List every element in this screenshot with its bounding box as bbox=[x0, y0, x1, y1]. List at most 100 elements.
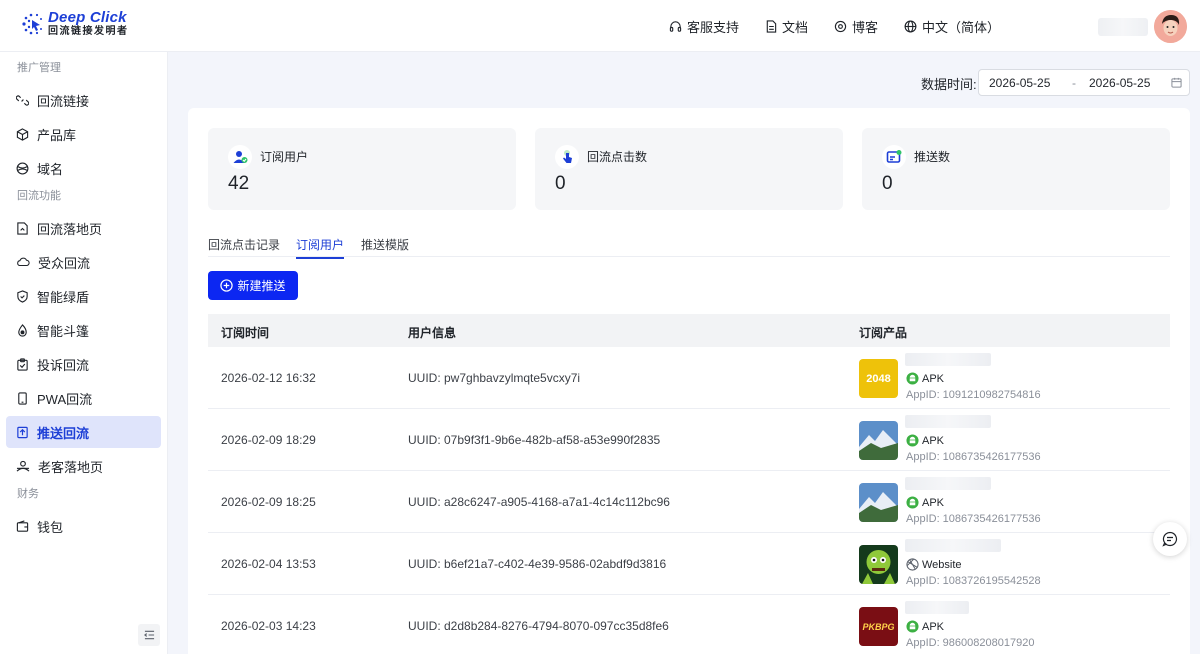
sidebar-item-audience[interactable]: 受众回流 bbox=[6, 246, 161, 278]
product-appid: AppID: 1086735426177536 bbox=[906, 513, 1041, 525]
sidebar-group-finance: 财务 bbox=[17, 488, 39, 500]
top-nav: 客服支持 文档 博客 中文（简体） bbox=[643, 0, 1000, 52]
avatar[interactable] bbox=[1154, 10, 1187, 43]
sidebar-item-returning-landing[interactable]: 老客落地页 bbox=[6, 450, 161, 482]
sidebar-group-return: 回流功能 bbox=[17, 190, 61, 202]
sidebar: 推广管理 回流链接 产品库 域名 回流功能 回流落地页 受众回流 智能绿盾 智能… bbox=[0, 52, 168, 654]
user-uuid: UUID: pw7ghbavzylmqte5vcxy7i bbox=[408, 371, 581, 385]
product-kind-label: APK bbox=[922, 434, 945, 447]
subscribe-time: 2026-02-09 18:29 bbox=[221, 433, 316, 447]
android-icon bbox=[906, 434, 919, 447]
product-name-blurred bbox=[905, 539, 1001, 552]
android-icon bbox=[906, 620, 919, 633]
stat-card-pushes: 推送数 0 bbox=[862, 128, 1170, 210]
product-name-blurred bbox=[905, 353, 991, 366]
tab-push-templates[interactable]: 推送模版 bbox=[361, 236, 409, 257]
column-header-time: 订阅时间 bbox=[221, 326, 270, 340]
sidebar-item-label: 智能绿盾 bbox=[37, 289, 90, 305]
table-header: 订阅时间 用户信息 订阅产品 bbox=[208, 314, 1170, 347]
deepclick-logo-icon bbox=[20, 11, 46, 37]
product-name-blurred bbox=[905, 601, 969, 614]
user-uuid: UUID: a28c6247-a905-4168-a7a1-4c14c112bc… bbox=[408, 495, 670, 509]
stat-label: 订阅用户 bbox=[260, 150, 309, 164]
nav-support[interactable]: 客服支持 bbox=[669, 17, 739, 36]
new-push-button[interactable]: 新建推送 bbox=[208, 271, 298, 300]
nav-language-label: 中文（简体） bbox=[921, 19, 1000, 35]
sidebar-item-label: 回流链接 bbox=[37, 93, 90, 109]
table-row: 2026-02-12 16:32 UUID: pw7ghbavzylmqte5v… bbox=[208, 347, 1170, 409]
product-name-blurred bbox=[905, 415, 991, 428]
sidebar-item-label: 投诉回流 bbox=[37, 357, 90, 373]
tab-click-records[interactable]: 回流点击记录 bbox=[208, 236, 280, 257]
landing-page-icon bbox=[17, 221, 28, 235]
calendar-icon[interactable] bbox=[1171, 77, 1182, 88]
stat-label: 回流点击数 bbox=[587, 150, 648, 164]
date-end[interactable]: 2026-05-25 bbox=[1089, 76, 1150, 90]
sidebar-item-push[interactable]: 推送回流 bbox=[6, 416, 161, 448]
sidebar-item-green-shield[interactable]: 智能绿盾 bbox=[6, 280, 161, 312]
sidebar-item-pwa[interactable]: PWA回流 bbox=[6, 382, 161, 414]
tab-subscribers[interactable]: 订阅用户 bbox=[296, 236, 345, 259]
document-icon bbox=[766, 19, 777, 33]
user-uuid: UUID: b6ef21a7-c402-4e39-9586-02abdf9d38… bbox=[408, 557, 667, 571]
product-kind-label: APK bbox=[922, 496, 945, 509]
new-push-label: 新建推送 bbox=[237, 279, 286, 293]
date-start[interactable]: 2026-05-25 bbox=[989, 76, 1050, 90]
flame-icon bbox=[18, 323, 27, 337]
product-thumbnail bbox=[859, 483, 898, 522]
sidebar-item-return-links[interactable]: 回流链接 bbox=[6, 84, 161, 116]
nav-blog-label: 博客 bbox=[851, 19, 878, 35]
box-icon bbox=[16, 127, 29, 141]
stat-value: 42 bbox=[228, 173, 250, 194]
product-kind-label: APK bbox=[922, 620, 945, 633]
table-row: 2026-02-03 14:23 UUID: d2d8b284-8276-479… bbox=[208, 595, 1170, 654]
top-bar: Deep Click 回流链接发明者 客服支持 文档 博客 中文（简体） bbox=[0, 0, 1200, 52]
subscribe-time: 2026-02-09 18:25 bbox=[221, 495, 316, 509]
nav-docs-label: 文档 bbox=[781, 19, 808, 35]
brand-title: Deep Click bbox=[48, 9, 127, 26]
sidebar-item-wallet[interactable]: 钱包 bbox=[6, 510, 161, 542]
subscribers-table: 订阅时间 用户信息 订阅产品 2026-02-12 16:32 UUID: pw… bbox=[208, 314, 1170, 654]
shield-icon bbox=[17, 289, 28, 303]
tab-bar: 回流点击记录 订阅用户 推送模版 bbox=[208, 233, 1170, 259]
date-separator: - bbox=[1072, 75, 1076, 90]
sidebar-item-label: 推送回流 bbox=[37, 425, 90, 441]
sidebar-item-domains[interactable]: 域名 bbox=[6, 152, 161, 184]
sidebar-item-products[interactable]: 产品库 bbox=[6, 118, 161, 150]
stat-card-clicks: 回流点击数 0 bbox=[535, 128, 843, 210]
nav-docs[interactable]: 文档 bbox=[765, 17, 808, 36]
product-kind: APK bbox=[906, 434, 944, 447]
user-name-blurred[interactable] bbox=[1098, 18, 1148, 36]
sidebar-group-promotion: 推广管理 bbox=[17, 62, 61, 74]
brand-logo[interactable]: Deep Click 回流链接发明者 bbox=[20, 10, 129, 37]
product-appid: AppID: 1083726195542528 bbox=[906, 575, 1041, 587]
phone-icon bbox=[18, 391, 27, 405]
thumbnail-text: 2048 bbox=[866, 372, 891, 385]
user-uuid: UUID: 07b9f3f1-9b6e-482b-af58-a53e990f28… bbox=[408, 433, 661, 447]
sidebar-item-label: 钱包 bbox=[37, 519, 64, 535]
thumbnail-text: PKBPG bbox=[862, 621, 895, 632]
product-kind-label: Website bbox=[922, 558, 962, 571]
main-panel: 订阅用户 42 回流点击数 0 推送数 0 回流点击记录 订阅用户 推送模版 新… bbox=[188, 108, 1190, 654]
product-thumbnail bbox=[859, 421, 898, 460]
android-icon bbox=[906, 372, 919, 385]
link-icon bbox=[16, 94, 29, 106]
sidebar-item-complaint[interactable]: 投诉回流 bbox=[6, 348, 161, 380]
user-uuid: UUID: d2d8b284-8276-4794-8070-097cc35d8f… bbox=[408, 619, 669, 633]
subscribe-time: 2026-02-12 16:32 bbox=[221, 371, 316, 385]
nav-blog[interactable]: 博客 bbox=[834, 17, 878, 36]
date-range-picker[interactable]: 2026-05-25 - 2026-05-25 bbox=[978, 69, 1190, 96]
product-kind-label: APK bbox=[922, 372, 945, 385]
brand-subtitle: 回流链接发明者 bbox=[48, 26, 129, 37]
product-kind: Website bbox=[906, 558, 962, 571]
product-thumbnail bbox=[859, 545, 898, 584]
product-name-blurred bbox=[905, 477, 991, 490]
wallet-icon bbox=[16, 519, 29, 532]
sidebar-item-landing-page[interactable]: 回流落地页 bbox=[6, 212, 161, 244]
sidebar-item-label: 智能斗篷 bbox=[37, 323, 90, 339]
sidebar-item-cloak[interactable]: 智能斗篷 bbox=[6, 314, 161, 346]
nav-language[interactable]: 中文（简体） bbox=[904, 17, 1000, 36]
sidebar-collapse-button[interactable] bbox=[138, 624, 160, 646]
sidebar-item-label: 域名 bbox=[37, 161, 64, 177]
chat-support-button[interactable] bbox=[1153, 522, 1187, 556]
